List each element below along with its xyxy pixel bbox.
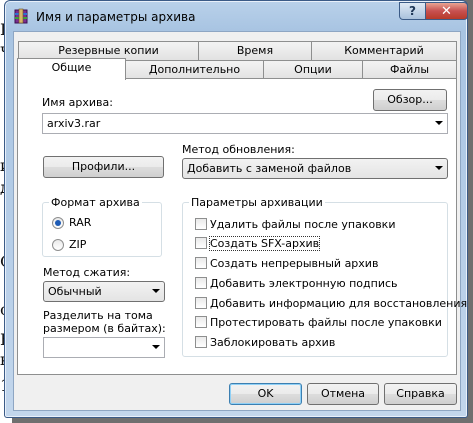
archiving-params-group: Параметры архивации Удалить файлы после … [182,196,467,357]
split-volumes-label-line2: размером (в байтах): [43,322,166,335]
split-volumes-label-line1: Разделить на тома [43,309,153,322]
archive-format-group: Формат архива RAR ZIP [42,196,162,257]
title-bar[interactable]: Имя и параметры архива ? ✕ [5,1,468,31]
compression-method-dropdown[interactable]: Обычный [43,281,165,302]
archive-name-value: arxiv3.rar [47,117,101,130]
checkbox-test-files[interactable] [195,316,207,328]
tab-files[interactable]: Файлы [362,60,457,79]
checkbox-delete-after[interactable] [195,218,207,230]
checkbox-delete-after-label[interactable]: Удалить файлы после упаковки [210,218,395,231]
general-tab-panel: Имя архива: Обзор... arxiv3.rar Метод об… [17,78,467,375]
compression-method-label: Метод сжатия: [43,266,131,279]
tab-general-label: Общие [51,61,92,74]
update-method-dropdown[interactable]: Добавить с заменой файлов [182,158,448,179]
radio-zip-label[interactable]: ZIP [69,238,86,251]
tab-time[interactable]: Время [198,41,312,60]
browse-button[interactable]: Обзор... [373,89,447,111]
compression-method-value: Обычный [48,285,102,298]
chevron-down-icon[interactable] [152,345,160,349]
update-method-label: Метод обновления: [182,143,295,156]
help-button[interactable]: Справка [384,383,457,405]
checkbox-test-files-label[interactable]: Протестировать файлы после упаковки [210,316,442,329]
cancel-button[interactable]: Отмена [307,383,379,405]
ok-button[interactable]: OK [229,383,302,405]
checkbox-lock-archive-label[interactable]: Заблокировать архив [210,336,335,349]
profiles-button[interactable]: Профили... [43,156,164,178]
checkbox-lock-archive[interactable] [195,336,207,348]
checkbox-create-sfx[interactable] [195,237,207,249]
checkbox-recovery-record[interactable] [195,297,207,309]
checkbox-add-signature-label[interactable]: Добавить электронную подпись [210,277,398,290]
radio-rar[interactable] [52,217,64,229]
split-volumes-combo[interactable] [43,337,165,358]
radio-zip[interactable] [52,239,64,251]
close-button[interactable]: ✕ [425,2,468,20]
archive-name-combo[interactable]: arxiv3.rar [42,113,448,134]
chevron-down-icon[interactable] [435,121,443,125]
window-title: Имя и параметры архива [36,10,196,24]
tab-general[interactable]: Общие [17,58,126,80]
archiving-params-title: Параметры архивации [189,196,325,209]
update-method-value: Добавить с заменой файлов [187,162,352,175]
chevron-down-icon [152,289,160,293]
radio-rar-label[interactable]: RAR [69,216,91,229]
title-help-button[interactable]: ? [399,2,426,20]
tab-advanced[interactable]: Дополнительно [125,60,264,79]
archive-dialog: Имя и параметры архива ? ✕ Резервные коп… [4,0,468,418]
winrar-icon [14,8,28,24]
checkbox-solid-archive-label[interactable]: Создать непрерывный архив [210,257,378,270]
tab-comment[interactable]: Комментарий [311,41,457,60]
chevron-down-icon [435,166,443,170]
checkbox-recovery-record-label[interactable]: Добавить информацию для восстановления [210,297,467,310]
checkbox-create-sfx-label[interactable]: Создать SFX-архив [208,236,321,251]
checkbox-solid-archive[interactable] [195,257,207,269]
archive-format-title: Формат архива [49,196,142,209]
checkbox-add-signature[interactable] [195,277,207,289]
archive-name-label: Имя архива: [42,96,113,109]
tab-options[interactable]: Опции [263,60,363,79]
dialog-client-area: Резервные копии Время Комментарий Общие … [13,31,467,411]
